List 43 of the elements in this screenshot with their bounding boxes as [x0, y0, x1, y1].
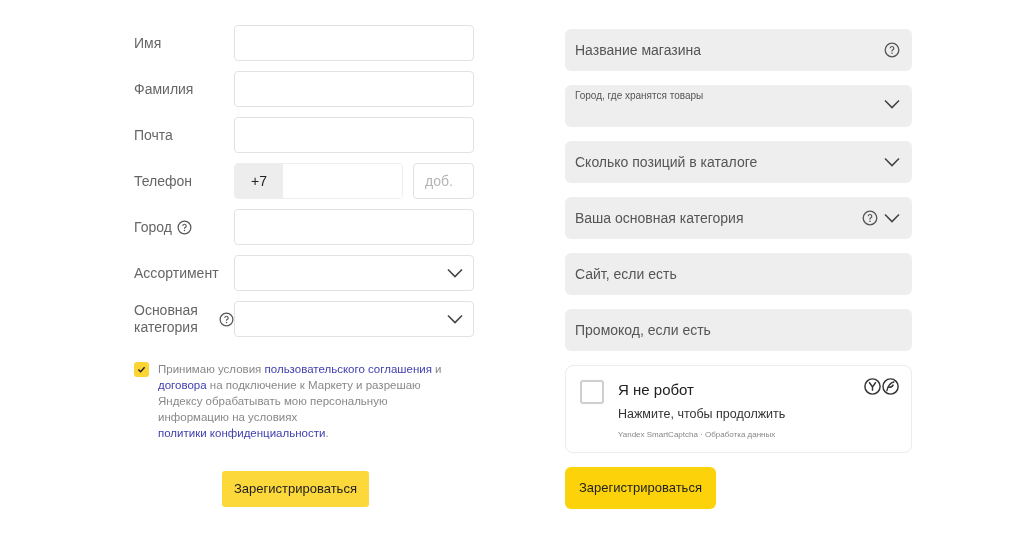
text-field[interactable] [234, 117, 474, 153]
country-code: +7 [235, 164, 283, 198]
extension-field[interactable]: доб. [413, 163, 474, 199]
consent-checkbox[interactable] [134, 362, 149, 377]
field-label: Город [134, 218, 172, 236]
text-field[interactable]: Сайт, если есть [565, 253, 912, 295]
dropdown-field[interactable]: Ваша основная категория [565, 197, 912, 239]
help-icon[interactable] [862, 210, 878, 226]
field-label: Почта [134, 126, 173, 144]
chevron-down-icon [447, 314, 463, 324]
text-field[interactable] [234, 71, 474, 107]
field-label: Фамилия [134, 80, 194, 98]
dropdown-field[interactable]: Город, где хранятся товары [565, 85, 912, 127]
captcha-logo-icon [863, 377, 901, 396]
help-icon[interactable] [884, 42, 900, 58]
register-button[interactable]: Зарегистрироваться [222, 471, 369, 507]
captcha-title: Я не робот [618, 380, 695, 400]
field-label: Телефон [134, 172, 193, 190]
field-label: Ассортимент [134, 264, 219, 282]
field-label: Основная категория [134, 302, 199, 336]
consent-text: Принимаю условия пользовательского соглашения и договора на подключение к Маркету и разрешаю Яндексу обрабатывать мою персональную информацию на условиях политики конфиденциальности. [158, 362, 443, 441]
policy-link[interactable]: договора [158, 379, 207, 391]
captcha-footer: Yandex SmartCaptcha · Обработка данных [618, 428, 786, 441]
check-icon [137, 365, 146, 374]
field-label: Имя [134, 34, 162, 52]
dropdown-field[interactable] [234, 301, 474, 337]
policy-link[interactable]: пользовательского соглашения [264, 363, 432, 375]
dropdown-field[interactable] [234, 255, 474, 291]
help-icon[interactable] [176, 219, 192, 235]
text-field[interactable]: Промокод, если есть [565, 309, 912, 351]
register-button[interactable]: Зарегистрироваться [565, 467, 716, 509]
text-field[interactable] [234, 209, 474, 245]
chevron-down-icon [447, 268, 463, 278]
dropdown-field[interactable]: Сколько позиций в каталоге [565, 141, 912, 183]
chevron-down-icon [884, 99, 900, 109]
captcha-subtitle: Нажмите, чтобы продолжить [618, 406, 786, 423]
chevron-down-icon [884, 157, 900, 167]
chevron-down-icon [884, 213, 900, 223]
text-field[interactable]: Название магазина [565, 29, 912, 71]
phone-field[interactable]: +7 [234, 163, 403, 199]
help-icon[interactable] [219, 311, 234, 327]
captcha-checkbox[interactable] [580, 380, 604, 404]
text-field[interactable] [234, 25, 474, 61]
